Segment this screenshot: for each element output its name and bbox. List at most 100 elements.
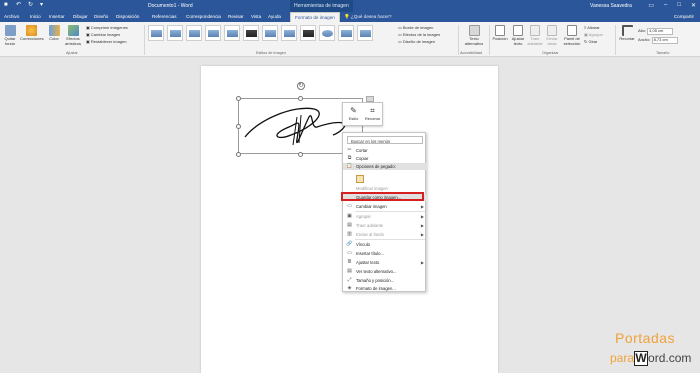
tab-insertar[interactable]: Insertar bbox=[49, 14, 65, 19]
artistic-effects-icon bbox=[67, 25, 79, 36]
menu-item-formato-de-imagen[interactable]: ◈ Formato de imagen... bbox=[343, 285, 427, 292]
group-button[interactable]: ▣ Agrupar bbox=[584, 32, 614, 38]
mini-style-label: Estilo bbox=[348, 116, 359, 121]
picture-style-3[interactable] bbox=[186, 25, 202, 41]
compress-pictures-button[interactable]: ▣ Comprimir imágenes bbox=[86, 25, 141, 31]
resize-handle-w[interactable] bbox=[236, 124, 241, 129]
selection-pane-icon bbox=[567, 25, 577, 36]
wrap-icon: ≣ bbox=[347, 259, 352, 265]
bring-forward-label: Traer adelante bbox=[527, 36, 543, 46]
tab-formato-de-imagen[interactable]: Formato de imagen bbox=[290, 12, 340, 22]
menu-item-enviar-al-fondo[interactable]: ▥ Enviar al fondo ▶ bbox=[343, 231, 427, 238]
menu-item-insertar-titulo[interactable]: ▭ Insertar título... bbox=[343, 250, 427, 257]
user-name[interactable]: Vanessa Saavedra bbox=[590, 3, 632, 9]
menu-item-label: Ver texto alternativo... bbox=[356, 269, 397, 274]
watermark-title: Portadas bbox=[615, 330, 676, 346]
alt-text-icon: ▤ bbox=[347, 268, 352, 274]
picture-style-2[interactable] bbox=[167, 25, 183, 41]
tab-ayuda[interactable]: Ayuda bbox=[268, 14, 281, 19]
menu-search-input[interactable]: Buscar en los menús bbox=[347, 136, 423, 144]
resize-handle-s[interactable] bbox=[298, 152, 303, 157]
picture-style-11[interactable] bbox=[338, 25, 354, 41]
corrections-label: Correcciones bbox=[20, 36, 44, 41]
menu-item-tamano-y-posicion[interactable]: ⤢ Tamaño y posición... bbox=[343, 277, 427, 284]
tab-dibujar[interactable]: Dibujar bbox=[73, 14, 88, 19]
resize-handle-nw[interactable] bbox=[236, 96, 241, 101]
menu-item-vinculo[interactable]: 🔗 Vínculo bbox=[343, 241, 427, 248]
menu-item-ver-texto-alternativo[interactable]: ▤ Ver texto alternativo... bbox=[343, 268, 427, 275]
picture-style-6[interactable] bbox=[243, 25, 259, 41]
tab-disposicion[interactable]: Disposición bbox=[116, 14, 140, 19]
selection-pane-button[interactable]: Panel de selección bbox=[561, 25, 583, 46]
save-icon[interactable]: ■ bbox=[4, 2, 10, 8]
send-backward-button[interactable]: Enviar atrás bbox=[544, 25, 560, 46]
rotate-button[interactable]: ↻ Girar bbox=[584, 39, 614, 45]
corrections-icon bbox=[25, 25, 37, 36]
menu-item-modificar-imagen[interactable]: Modificar imagen bbox=[343, 185, 427, 192]
tab-revisar[interactable]: Revisar bbox=[228, 14, 244, 19]
tab-correspondencia[interactable]: Correspondencia bbox=[186, 14, 221, 19]
wrap-text-button[interactable]: Ajustar texto bbox=[509, 25, 527, 46]
mini-toolbar: ✎ Estilo ⌗ Recortar bbox=[342, 102, 383, 126]
crop-button[interactable]: Recortar bbox=[617, 25, 637, 42]
position-icon bbox=[495, 25, 505, 36]
picture-border-button[interactable]: ▭ Borde de imagen bbox=[398, 25, 458, 31]
tab-diseno[interactable]: Diseño bbox=[94, 14, 108, 19]
picture-style-10[interactable] bbox=[319, 25, 335, 41]
tell-me-box[interactable]: 💡 ¿Qué desea hacer? bbox=[344, 14, 392, 20]
menu-item-cortar[interactable]: ✂ Cortar bbox=[343, 147, 427, 154]
submenu-arrow-icon: ▶ bbox=[420, 232, 424, 237]
picture-style-8[interactable] bbox=[281, 25, 297, 41]
share-button[interactable]: Compartir bbox=[674, 14, 694, 19]
tab-inicio[interactable]: Inicio bbox=[30, 14, 41, 19]
watermark-subtitle: paraWord.com bbox=[610, 351, 691, 367]
artistic-effects-button[interactable]: Efectos artísticos bbox=[63, 25, 83, 46]
picture-style-1[interactable] bbox=[148, 25, 164, 41]
resize-handle-sw[interactable] bbox=[236, 152, 241, 157]
redo-icon[interactable]: ↻ bbox=[28, 2, 34, 8]
format-icon: ◈ bbox=[347, 285, 352, 291]
close-icon[interactable]: ✕ bbox=[691, 2, 696, 9]
customize-qat-icon[interactable]: ▾ bbox=[40, 2, 46, 8]
maximize-icon[interactable]: □ bbox=[677, 2, 681, 9]
picture-style-12[interactable] bbox=[357, 25, 373, 41]
picture-style-7[interactable] bbox=[262, 25, 278, 41]
paste-keep-format-icon[interactable] bbox=[356, 175, 364, 183]
mini-style-button[interactable]: ✎ Estilo bbox=[345, 106, 362, 121]
mini-crop-button[interactable]: ⌗ Recortar bbox=[364, 106, 381, 121]
menu-item-traer-adelante[interactable]: ▤ Traer adelante ▶ bbox=[343, 222, 427, 229]
menu-item-label: Vínculo bbox=[356, 242, 370, 247]
picture-style-4[interactable] bbox=[205, 25, 221, 41]
picture-style-9[interactable] bbox=[300, 25, 316, 41]
rotate-handle-icon[interactable]: ↻ bbox=[297, 82, 305, 90]
alt-text-button[interactable]: Texto alternativo bbox=[461, 25, 487, 46]
bring-forward-button[interactable]: Traer adelante bbox=[527, 25, 543, 46]
corrections-button[interactable]: Correcciones bbox=[20, 25, 44, 42]
tab-referencias[interactable]: Referencias bbox=[152, 14, 177, 19]
height-input[interactable]: 4,05 cm bbox=[647, 28, 674, 35]
remove-background-icon bbox=[4, 25, 16, 36]
position-button[interactable]: Posición bbox=[491, 25, 509, 42]
menu-item-cambiar-imagen[interactable]: ▭ Cambiar imagen ▶ bbox=[343, 203, 427, 210]
change-picture-button[interactable]: ▣ Cambiar imagen bbox=[86, 32, 141, 38]
minimize-icon[interactable]: – bbox=[664, 2, 667, 9]
align-button[interactable]: ≡ Alinear bbox=[584, 25, 614, 31]
menu-item-ajustar-texto[interactable]: ≣ Ajustar texto ▶ bbox=[343, 259, 427, 266]
ribbon-options-icon[interactable]: ▭ bbox=[648, 2, 654, 9]
picture-effects-label: Efectos de la imagen bbox=[402, 32, 441, 37]
resize-handle-n[interactable] bbox=[298, 96, 303, 101]
undo-icon[interactable]: ↶ bbox=[16, 2, 22, 8]
width-input[interactable]: 8,73 cm bbox=[651, 37, 678, 44]
reset-picture-button[interactable]: ▣ Restablecer imagen bbox=[86, 39, 141, 45]
color-button[interactable]: Color bbox=[47, 25, 61, 42]
picture-effects-button[interactable]: ▭ Efectos de la imagen bbox=[398, 32, 458, 38]
remove-background-button[interactable]: Quitar fondo bbox=[2, 25, 18, 46]
tab-archivo[interactable]: Archivo bbox=[4, 14, 19, 19]
tab-vista[interactable]: Vista bbox=[251, 14, 261, 19]
picture-style-5[interactable] bbox=[224, 25, 240, 41]
menu-item-label: Cambiar imagen bbox=[356, 204, 387, 209]
picture-layout-button[interactable]: ▭ Diseño de imagen bbox=[398, 39, 458, 45]
menu-item-agrupar[interactable]: ▣ Agrupar ▶ bbox=[343, 213, 427, 220]
menu-divider bbox=[355, 239, 425, 240]
menu-item-copiar[interactable]: ⧉ Copiar bbox=[343, 155, 427, 162]
